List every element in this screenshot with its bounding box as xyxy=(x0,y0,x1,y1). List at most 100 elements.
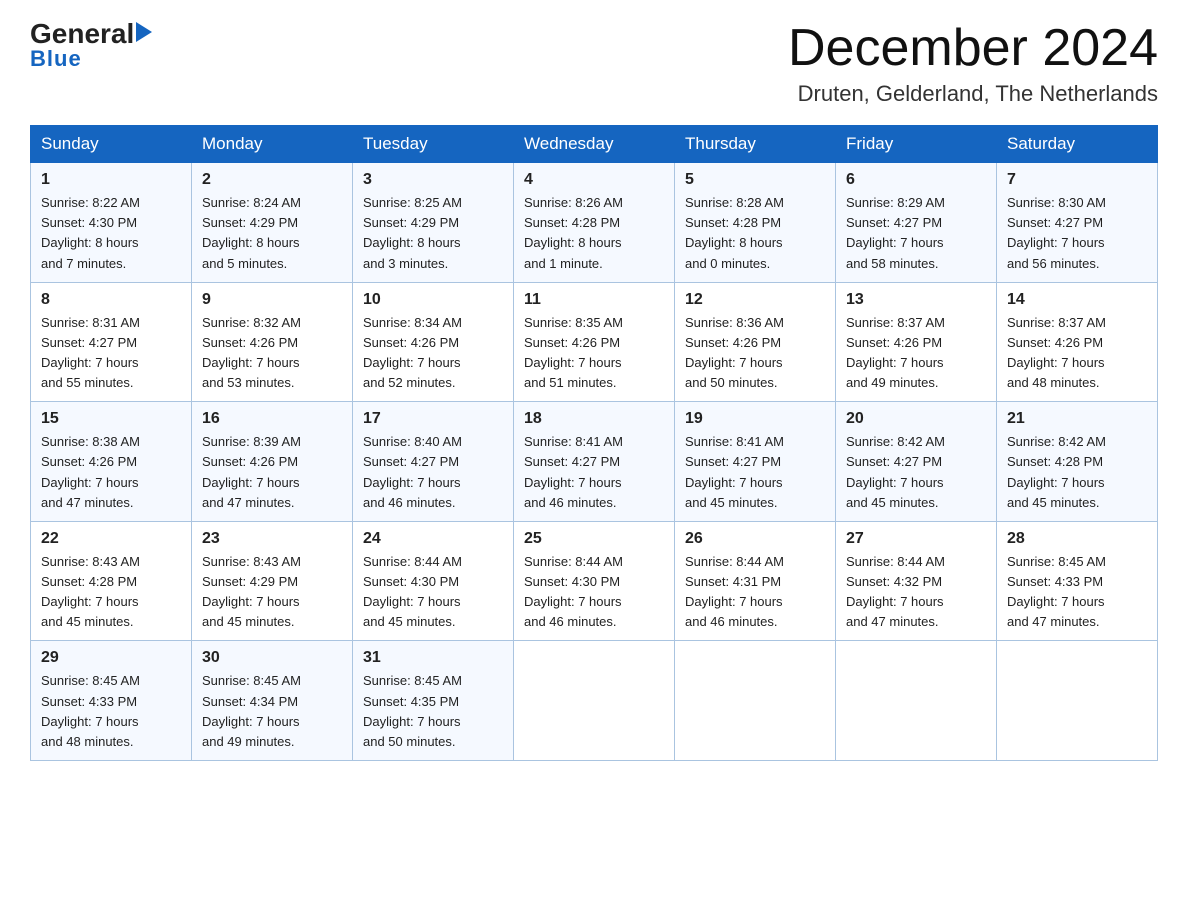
day-cell-27: 27Sunrise: 8:44 AMSunset: 4:32 PMDayligh… xyxy=(836,521,997,641)
calendar-title: December 2024 xyxy=(788,20,1158,77)
day-info: Sunrise: 8:44 AMSunset: 4:30 PMDaylight:… xyxy=(363,554,462,629)
day-info: Sunrise: 8:26 AMSunset: 4:28 PMDaylight:… xyxy=(524,195,623,270)
day-info: Sunrise: 8:24 AMSunset: 4:29 PMDaylight:… xyxy=(202,195,301,270)
week-row-2: 8 Sunrise: 8:31 AMSunset: 4:27 PMDaylight… xyxy=(31,282,1158,402)
day-number: 24 xyxy=(363,530,503,548)
day-cell-20: 20 Sunrise: 8:42 AMSunset: 4:27 PMDayligh… xyxy=(836,402,997,522)
day-info: Sunrise: 8:44 AMSunset: 4:30 PMDaylight:… xyxy=(524,554,623,629)
day-cell-26: 26Sunrise: 8:44 AMSunset: 4:31 PMDayligh… xyxy=(675,521,836,641)
day-cell-13: 13 Sunrise: 8:37 AMSunset: 4:26 PMDayligh… xyxy=(836,282,997,402)
day-number: 10 xyxy=(363,291,503,309)
day-info: Sunrise: 8:39 AMSunset: 4:26 PMDaylight:… xyxy=(202,434,301,509)
day-cell-6: 6 Sunrise: 8:29 AMSunset: 4:27 PMDaylight… xyxy=(836,163,997,283)
day-cell-2: 2 Sunrise: 8:24 AMSunset: 4:29 PMDaylight… xyxy=(192,163,353,283)
day-info: Sunrise: 8:41 AMSunset: 4:27 PMDaylight:… xyxy=(685,434,784,509)
day-cell-29: 29 Sunrise: 8:45 AMSunset: 4:33 PMDayligh… xyxy=(31,641,192,761)
day-info: Sunrise: 8:37 AMSunset: 4:26 PMDaylight:… xyxy=(1007,315,1106,390)
logo-general: General xyxy=(30,20,134,48)
day-cell-30: 30Sunrise: 8:45 AMSunset: 4:34 PMDayligh… xyxy=(192,641,353,761)
day-cell-19: 19 Sunrise: 8:41 AMSunset: 4:27 PMDayligh… xyxy=(675,402,836,522)
day-number: 3 xyxy=(363,171,503,189)
empty-cell xyxy=(836,641,997,761)
col-sunday: Sunday xyxy=(31,126,192,163)
logo: General Blue xyxy=(30,20,152,72)
header: General Blue December 2024 Druten, Gelde… xyxy=(30,20,1158,107)
col-monday: Monday xyxy=(192,126,353,163)
day-cell-1: 1Sunrise: 8:22 AMSunset: 4:30 PMDaylight… xyxy=(31,163,192,283)
day-cell-23: 23 Sunrise: 8:43 AMSunset: 4:29 PMDayligh… xyxy=(192,521,353,641)
day-cell-11: 11 Sunrise: 8:35 AMSunset: 4:26 PMDayligh… xyxy=(514,282,675,402)
day-info: Sunrise: 8:25 AMSunset: 4:29 PMDaylight:… xyxy=(363,195,462,270)
day-cell-31: 31 Sunrise: 8:45 AMSunset: 4:35 PMDayligh… xyxy=(353,641,514,761)
empty-cell xyxy=(514,641,675,761)
day-number: 20 xyxy=(846,410,986,428)
day-cell-28: 28Sunrise: 8:45 AMSunset: 4:33 PMDayligh… xyxy=(997,521,1158,641)
day-cell-25: 25 Sunrise: 8:44 AMSunset: 4:30 PMDayligh… xyxy=(514,521,675,641)
day-info: Sunrise: 8:35 AMSunset: 4:26 PMDaylight:… xyxy=(524,315,623,390)
day-cell-21: 21Sunrise: 8:42 AMSunset: 4:28 PMDayligh… xyxy=(997,402,1158,522)
day-info: Sunrise: 8:36 AMSunset: 4:26 PMDaylight:… xyxy=(685,315,784,390)
day-number: 7 xyxy=(1007,171,1147,189)
day-info: Sunrise: 8:40 AMSunset: 4:27 PMDaylight:… xyxy=(363,434,462,509)
col-tuesday: Tuesday xyxy=(353,126,514,163)
day-info: Sunrise: 8:38 AMSunset: 4:26 PMDaylight:… xyxy=(41,434,140,509)
day-info: Sunrise: 8:31 AMSunset: 4:27 PMDaylight:… xyxy=(41,315,140,390)
day-number: 19 xyxy=(685,410,825,428)
day-cell-10: 10 Sunrise: 8:34 AMSunset: 4:26 PMDayligh… xyxy=(353,282,514,402)
day-number: 22 xyxy=(41,530,181,548)
day-cell-4: 4 Sunrise: 8:26 AMSunset: 4:28 PMDaylight… xyxy=(514,163,675,283)
col-wednesday: Wednesday xyxy=(514,126,675,163)
day-info: Sunrise: 8:28 AMSunset: 4:28 PMDaylight:… xyxy=(685,195,784,270)
day-info: Sunrise: 8:44 AMSunset: 4:31 PMDaylight:… xyxy=(685,554,784,629)
day-cell-7: 7 Sunrise: 8:30 AMSunset: 4:27 PMDaylight… xyxy=(997,163,1158,283)
day-info: Sunrise: 8:22 AMSunset: 4:30 PMDaylight:… xyxy=(41,195,140,270)
day-number: 8 xyxy=(41,291,181,309)
day-cell-9: 9 Sunrise: 8:32 AMSunset: 4:26 PMDaylight… xyxy=(192,282,353,402)
calendar-subtitle: Druten, Gelderland, The Netherlands xyxy=(788,81,1158,107)
day-number: 2 xyxy=(202,171,342,189)
day-number: 9 xyxy=(202,291,342,309)
day-info: Sunrise: 8:34 AMSunset: 4:26 PMDaylight:… xyxy=(363,315,462,390)
day-info: Sunrise: 8:45 AMSunset: 4:33 PMDaylight:… xyxy=(1007,554,1106,629)
empty-cell xyxy=(997,641,1158,761)
col-friday: Friday xyxy=(836,126,997,163)
title-area: December 2024 Druten, Gelderland, The Ne… xyxy=(788,20,1158,107)
day-number: 4 xyxy=(524,171,664,189)
day-info: Sunrise: 8:42 AMSunset: 4:27 PMDaylight:… xyxy=(846,434,945,509)
day-number: 15 xyxy=(41,410,181,428)
day-cell-24: 24 Sunrise: 8:44 AMSunset: 4:30 PMDayligh… xyxy=(353,521,514,641)
day-number: 13 xyxy=(846,291,986,309)
day-info: Sunrise: 8:30 AMSunset: 4:27 PMDaylight:… xyxy=(1007,195,1106,270)
col-thursday: Thursday xyxy=(675,126,836,163)
logo-blue: Blue xyxy=(30,46,82,72)
day-number: 30 xyxy=(202,649,342,667)
day-number: 25 xyxy=(524,530,664,548)
day-cell-12: 12 Sunrise: 8:36 AMSunset: 4:26 PMDayligh… xyxy=(675,282,836,402)
day-cell-14: 14 Sunrise: 8:37 AMSunset: 4:26 PMDayligh… xyxy=(997,282,1158,402)
day-number: 5 xyxy=(685,171,825,189)
day-info: Sunrise: 8:32 AMSunset: 4:26 PMDaylight:… xyxy=(202,315,301,390)
day-info: Sunrise: 8:43 AMSunset: 4:28 PMDaylight:… xyxy=(41,554,140,629)
day-number: 23 xyxy=(202,530,342,548)
day-number: 6 xyxy=(846,171,986,189)
day-number: 11 xyxy=(524,291,664,309)
day-info: Sunrise: 8:45 AMSunset: 4:33 PMDaylight:… xyxy=(41,673,140,748)
day-info: Sunrise: 8:41 AMSunset: 4:27 PMDaylight:… xyxy=(524,434,623,509)
day-info: Sunrise: 8:29 AMSunset: 4:27 PMDaylight:… xyxy=(846,195,945,270)
day-info: Sunrise: 8:37 AMSunset: 4:26 PMDaylight:… xyxy=(846,315,945,390)
day-number: 31 xyxy=(363,649,503,667)
day-number: 12 xyxy=(685,291,825,309)
col-saturday: Saturday xyxy=(997,126,1158,163)
week-row-5: 29 Sunrise: 8:45 AMSunset: 4:33 PMDayligh… xyxy=(31,641,1158,761)
day-info: Sunrise: 8:43 AMSunset: 4:29 PMDaylight:… xyxy=(202,554,301,629)
day-cell-15: 15 Sunrise: 8:38 AMSunset: 4:26 PMDayligh… xyxy=(31,402,192,522)
day-number: 21 xyxy=(1007,410,1147,428)
day-info: Sunrise: 8:45 AMSunset: 4:35 PMDaylight:… xyxy=(363,673,462,748)
calendar-table: Sunday Monday Tuesday Wednesday Thursday… xyxy=(30,125,1158,761)
week-row-4: 22 Sunrise: 8:43 AMSunset: 4:28 PMDayligh… xyxy=(31,521,1158,641)
day-number: 14 xyxy=(1007,291,1147,309)
day-number: 29 xyxy=(41,649,181,667)
day-number: 16 xyxy=(202,410,342,428)
day-number: 27 xyxy=(846,530,986,548)
logo-arrow-icon xyxy=(136,22,152,42)
